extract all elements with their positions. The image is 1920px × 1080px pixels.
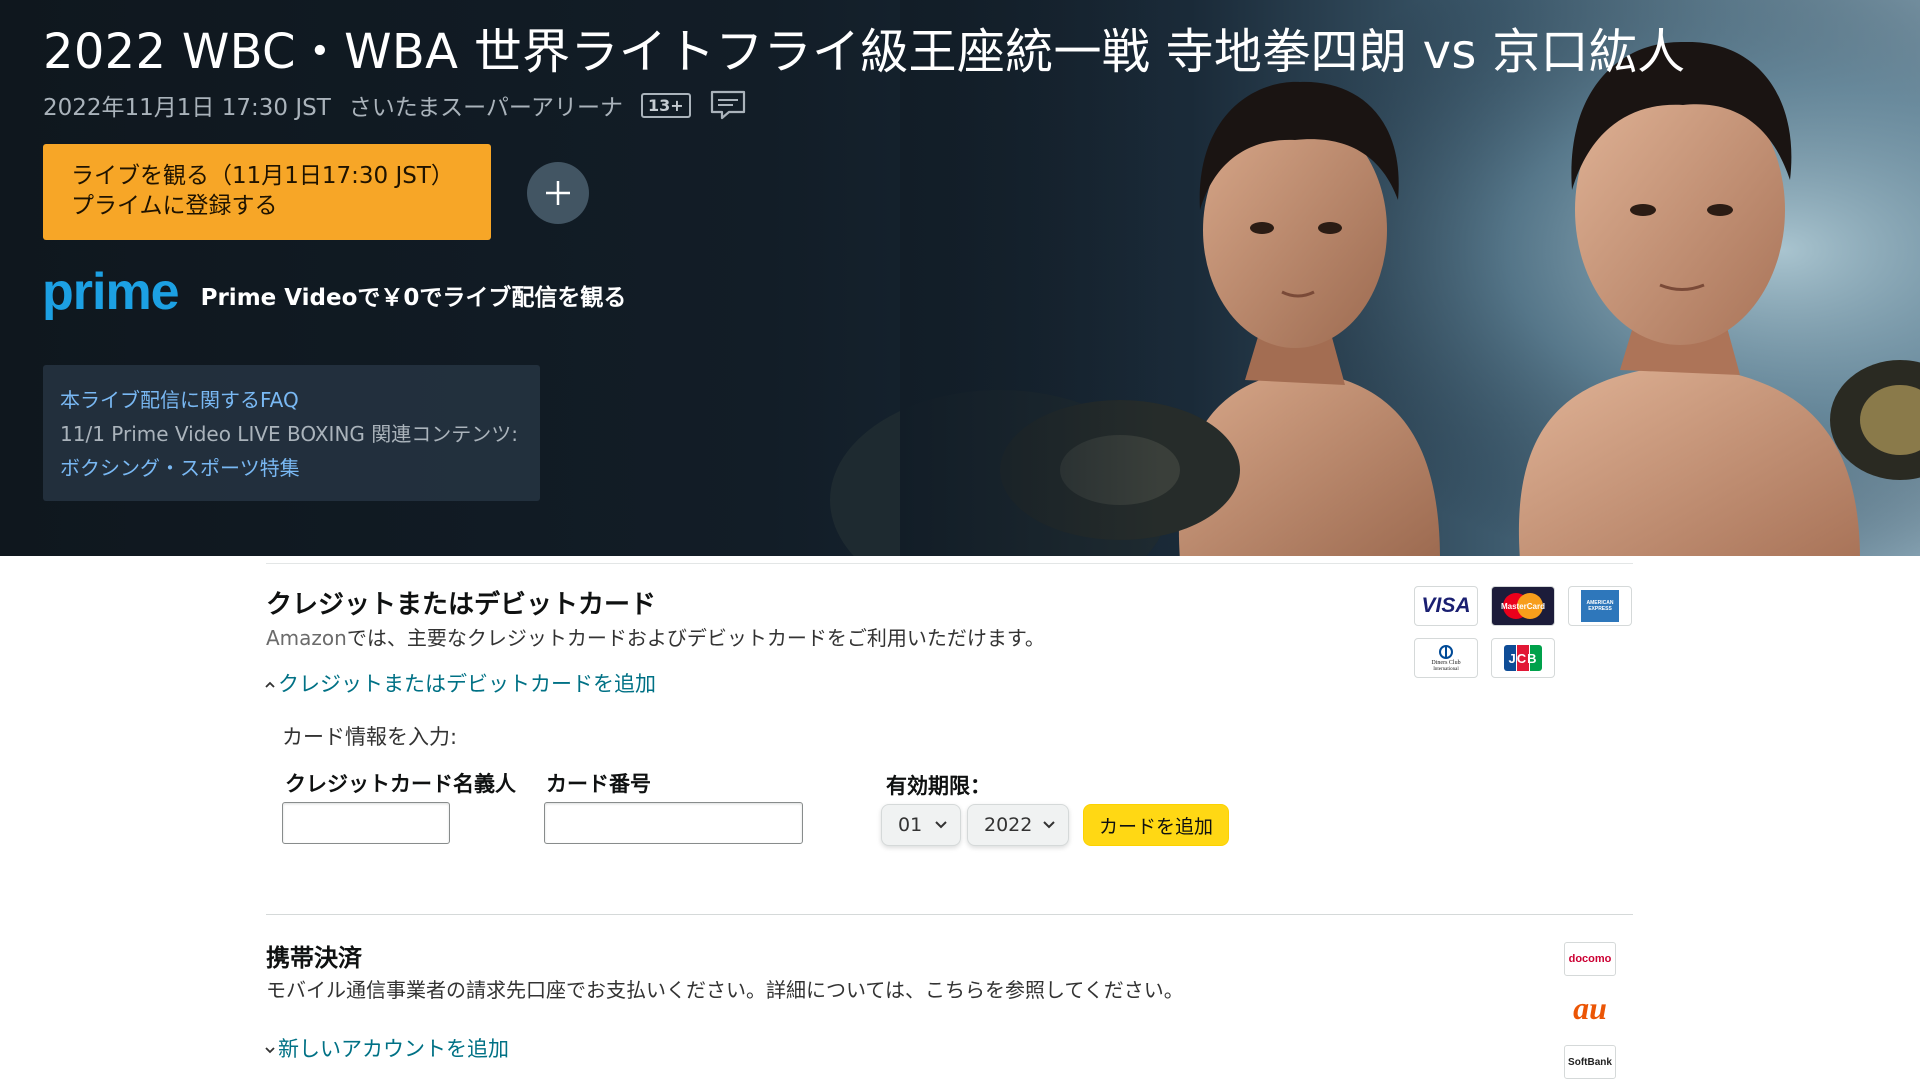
related-content-text: 11/1 Prime Video LIVE BOXING 関連コンテンツ: [60, 422, 518, 446]
chevron-up-icon [265, 681, 275, 688]
mobile-payment-heading: 携帯決済 [266, 944, 362, 972]
visa-logo: VISA [1414, 586, 1478, 626]
age-rating-badge: 13+ [640, 92, 691, 118]
expiry-year-select[interactable]: 2022 [967, 804, 1069, 846]
add-to-watchlist-button[interactable] [527, 162, 589, 224]
watch-live-label: ライブを観る（11月1日17:30 JST） [71, 163, 454, 189]
add-mobile-account-label: 新しいアカウントを追加 [278, 1037, 509, 1061]
expiry-year-value: 2022 [984, 814, 1033, 836]
related-links-box: 本ライブ配信に関するFAQ 11/1 Prime Video LIVE BOXI… [43, 365, 540, 501]
expiry-month-select[interactable]: 01 [881, 804, 961, 846]
chevron-down-icon [265, 1047, 275, 1054]
expiry-month-value: 01 [898, 814, 923, 836]
diners-club-logo: Diners Club International [1414, 638, 1478, 678]
page-title: 2022 WBC・WBA 世界ライトフライ級王座統一戦 寺地拳四朗 vs 京口紘… [43, 24, 1686, 80]
event-meta: 2022年11月1日 17:30 JST さいたまスーパーアリーナ 13+ [43, 88, 747, 122]
enter-card-info-label: カード情報を入力: [282, 725, 458, 749]
event-venue: さいたまスーパーアリーナ [348, 95, 623, 121]
card-number-label: カード番号 [546, 772, 651, 796]
subtitles-icon [709, 89, 747, 121]
prime-offer-text: Prime Videoで￥0でライブ配信を観る [200, 285, 627, 311]
chevron-down-icon [935, 821, 947, 829]
jcb-logo: JCB [1491, 638, 1555, 678]
watch-live-button[interactable]: ライブを観る（11月1日17:30 JST） プライムに登録する [43, 144, 491, 240]
event-datetime: 2022年11月1日 17:30 JST [43, 95, 331, 121]
amazon-text: Amazon [266, 626, 347, 650]
card-section-heading: クレジットまたはデビットカード [266, 590, 657, 620]
mastercard-logo: MasterCard [1491, 586, 1555, 626]
prime-logo: prime [42, 263, 180, 321]
chevron-down-icon [1043, 821, 1055, 829]
faq-link[interactable]: 本ライブ配信に関するFAQ [60, 383, 540, 417]
au-logo: au [1573, 989, 1607, 1026]
amex-logo: AMERICAN EXPRESS [1568, 586, 1632, 626]
boxing-special-link[interactable]: ボクシング・スポーツ特集 [60, 451, 540, 485]
mobile-payment-description: モバイル通信事業者の請求先口座でお支払いください。詳細については、こちらを参照し… [266, 978, 1184, 1002]
section-divider [266, 914, 1633, 915]
prime-offer: prime Prime Videoで￥0でライブ配信を観る [42, 266, 626, 318]
cardholder-name-input[interactable] [282, 802, 450, 844]
add-mobile-account-link[interactable]: 新しいアカウントを追加 [264, 1033, 509, 1063]
docomo-logo: docomo [1564, 942, 1616, 976]
add-card-link-label: クレジットまたはデビットカードを追加 [278, 672, 656, 696]
join-prime-label: プライムに登録する [71, 193, 278, 219]
card-desc-text: では、主要なクレジットカードおよびデビットカードをご利用いただけます。 [346, 626, 1045, 650]
softbank-logo: SoftBank [1564, 1045, 1616, 1079]
plus-icon [546, 181, 570, 205]
section-divider [266, 563, 1633, 564]
add-card-link[interactable]: クレジットまたはデビットカードを追加 [264, 668, 656, 698]
hero-banner: 2022 WBC・WBA 世界ライトフライ級王座統一戦 寺地拳四朗 vs 京口紘… [0, 0, 1920, 556]
card-section-description: Amazonでは、主要なクレジットカードおよびデビットカードをご利用いただけます… [266, 622, 1045, 651]
add-card-button[interactable]: カードを追加 [1083, 804, 1229, 846]
cardholder-name-label: クレジットカード名義人 [285, 772, 516, 796]
expiry-label: 有効期限： [886, 774, 991, 798]
card-number-input[interactable] [544, 802, 803, 844]
